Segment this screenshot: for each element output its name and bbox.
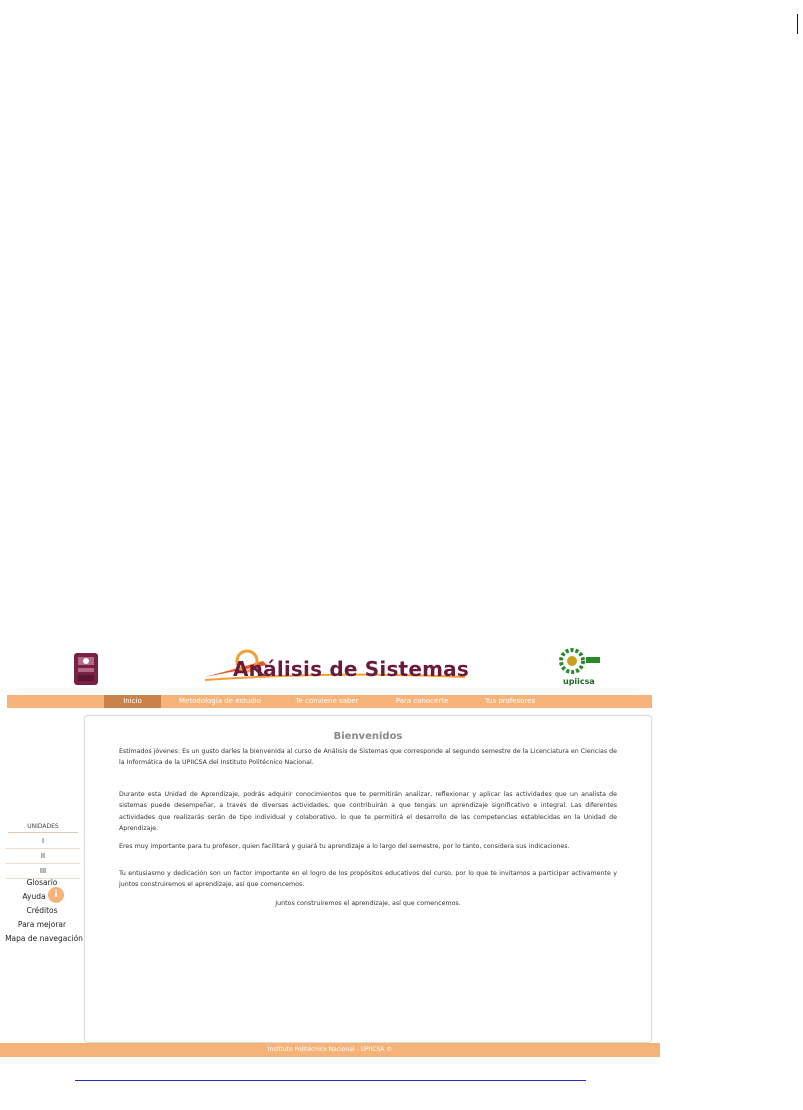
tab-inicio[interactable]: Inicio (104, 695, 161, 708)
course-title: Análisis de Sistemas (233, 657, 469, 681)
main-nav: Inicio Metodología de estudio Te convien… (7, 695, 652, 708)
glosario-link[interactable]: Glosario (0, 878, 84, 887)
upiicsa-logo: upiicsa (558, 647, 608, 689)
unit-1-link[interactable]: I (6, 834, 80, 849)
tab-tus-profesores[interactable]: Tus profesores (475, 695, 545, 708)
ipn-logo (68, 649, 104, 689)
units-list: I II III (6, 834, 80, 879)
text-cursor (797, 14, 798, 34)
mapa-navegacion-link[interactable]: Mapa de navegación (2, 934, 86, 943)
units-label: UNIDADES (8, 823, 78, 833)
help-info-icon[interactable]: i (48, 887, 64, 903)
welcome-paragraph-3: Eres muy importante para tu profesor, qu… (119, 843, 570, 850)
welcome-paragraph-1: Estimados jóvenes: Es un gusto darles la… (119, 748, 617, 767)
upiicsa-caption: upiicsa (563, 677, 595, 686)
footer: Instituto Politécnico Nacional - UPIICSA… (0, 1043, 660, 1057)
page-title: Bienvenidos (333, 731, 403, 742)
closing-line: Juntos construiremos el aprendizaje, así… (275, 900, 461, 907)
ayuda-link[interactable]: Ayuda (0, 892, 76, 901)
welcome-paragraph-4: Tu entusiasmo y dedicación son un factor… (119, 870, 617, 889)
course-title-logo: Análisis de Sistemas (203, 647, 469, 687)
creditos-link[interactable]: Créditos (0, 906, 84, 915)
content-panel: Bienvenidos Estimados jóvenes: Es un gus… (84, 715, 652, 1043)
welcome-paragraph-2: Durante esta Unidad de Aprendizaje, podr… (119, 791, 617, 832)
para-mejorar-link[interactable]: Para mejorar (0, 920, 84, 929)
link-underline (75, 1080, 586, 1081)
tab-metodologia[interactable]: Metodología de estudio (170, 695, 270, 708)
unit-2-link[interactable]: II (6, 849, 80, 864)
tab-te-conviene-saber[interactable]: Te conviene saber (287, 695, 367, 708)
tab-para-conocerte[interactable]: Para conocerte (387, 695, 457, 708)
unit-3-link[interactable]: III (6, 864, 80, 879)
banner: Análisis de Sistemas upiicsa (8, 643, 652, 693)
